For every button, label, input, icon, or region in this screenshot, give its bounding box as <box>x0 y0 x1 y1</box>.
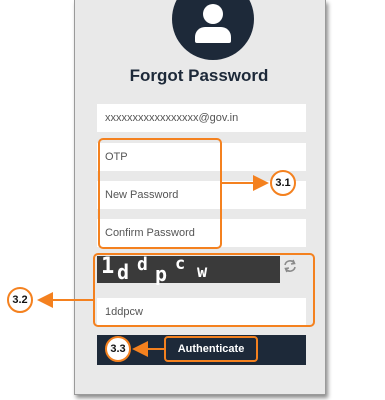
highlight-box-password-fields <box>98 138 222 249</box>
callout-badge-3-3: 3.3 <box>105 336 131 362</box>
email-field[interactable]: xxxxxxxxxxxxxxxxx@gov.in <box>97 104 306 132</box>
highlight-box-captcha <box>93 253 315 327</box>
page-title: Forgot Password <box>129 66 269 85</box>
callout-badge-3-1: 3.1 <box>270 170 296 196</box>
authenticate-button[interactable]: Authenticate <box>164 336 258 362</box>
callout-badge-3-2: 3.2 <box>7 287 33 313</box>
